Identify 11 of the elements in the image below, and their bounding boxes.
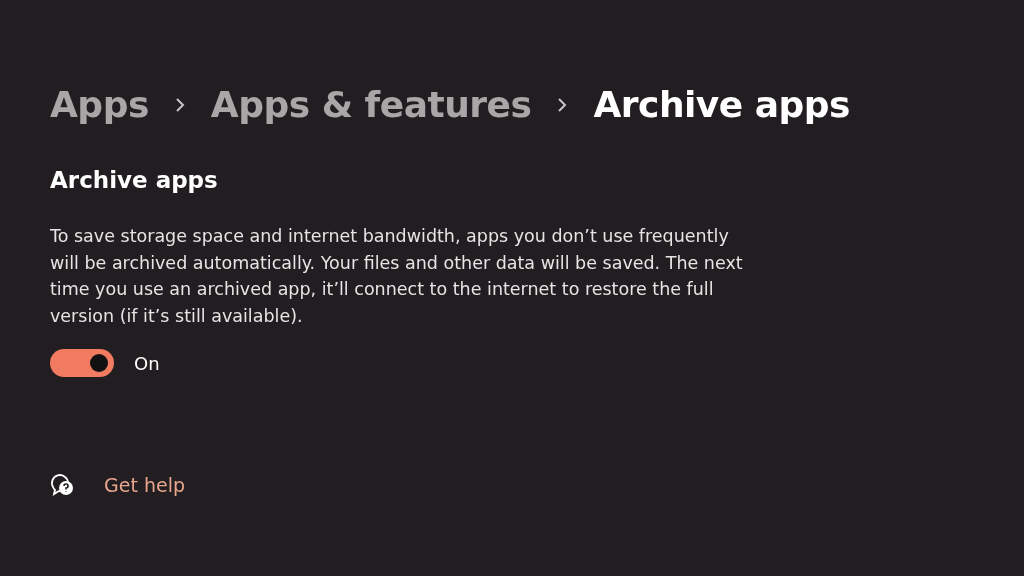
description-text: To save storage space and internet bandwidth, apps you don’t use frequently will be archived automatically. Your files and other data will be saved. The next time you use an archived app, it’ll connect to the internet to restore the full version (if it’s still available). [50, 225, 744, 328]
section-title: Archive apps [50, 167, 219, 193]
toggle-label: On [134, 352, 160, 374]
get-help-link[interactable]: Get help [104, 474, 185, 496]
breadcrumb-item[interactable]: Apps & features [210, 84, 532, 125]
chevron-icon [174, 96, 185, 113]
breadcrumb-item[interactable]: Archive apps [593, 84, 851, 125]
chevron-icon [557, 96, 568, 113]
breadcrumb-item[interactable]: Apps [50, 84, 149, 125]
help-chat-icon [50, 473, 76, 497]
toggle-switch[interactable] [50, 349, 114, 377]
